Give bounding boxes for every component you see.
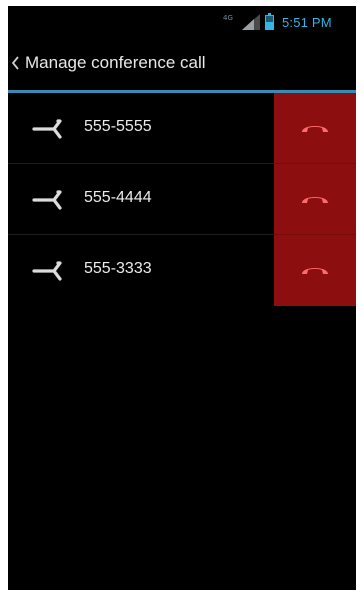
split-call-icon[interactable] xyxy=(30,257,74,285)
status-time: 5:51 PM xyxy=(282,15,332,30)
participant-number: 555-4444 xyxy=(84,189,152,206)
end-call-icon xyxy=(302,268,328,274)
end-call-icon xyxy=(302,197,328,203)
split-call-icon[interactable] xyxy=(30,186,74,214)
participant-row: 555-5555 xyxy=(8,93,356,164)
end-call-button[interactable] xyxy=(274,164,356,235)
end-call-button[interactable] xyxy=(274,93,356,164)
participant-list: 555-5555 555-4444 555-3333 xyxy=(8,93,356,306)
participant-number: 555-5555 xyxy=(84,118,152,135)
status-bar: 4G 5:51 PM xyxy=(8,6,356,36)
chevron-left-icon[interactable] xyxy=(11,54,21,72)
end-call-icon xyxy=(302,126,328,132)
phone-screen: 4G 5:51 PM Manage conference call 555-55… xyxy=(8,6,356,590)
page-title: Manage conference call xyxy=(25,53,206,72)
action-bar[interactable]: Manage conference call xyxy=(8,36,356,92)
participant-row: 555-4444 xyxy=(8,164,356,235)
participant-row: 555-3333 xyxy=(8,235,356,306)
signal-icon xyxy=(242,14,260,30)
battery-icon xyxy=(265,13,274,30)
end-call-button[interactable] xyxy=(274,235,356,306)
participant-number: 555-3333 xyxy=(84,260,152,277)
split-call-icon[interactable] xyxy=(30,115,74,143)
network-type-indicator: 4G xyxy=(223,14,233,22)
